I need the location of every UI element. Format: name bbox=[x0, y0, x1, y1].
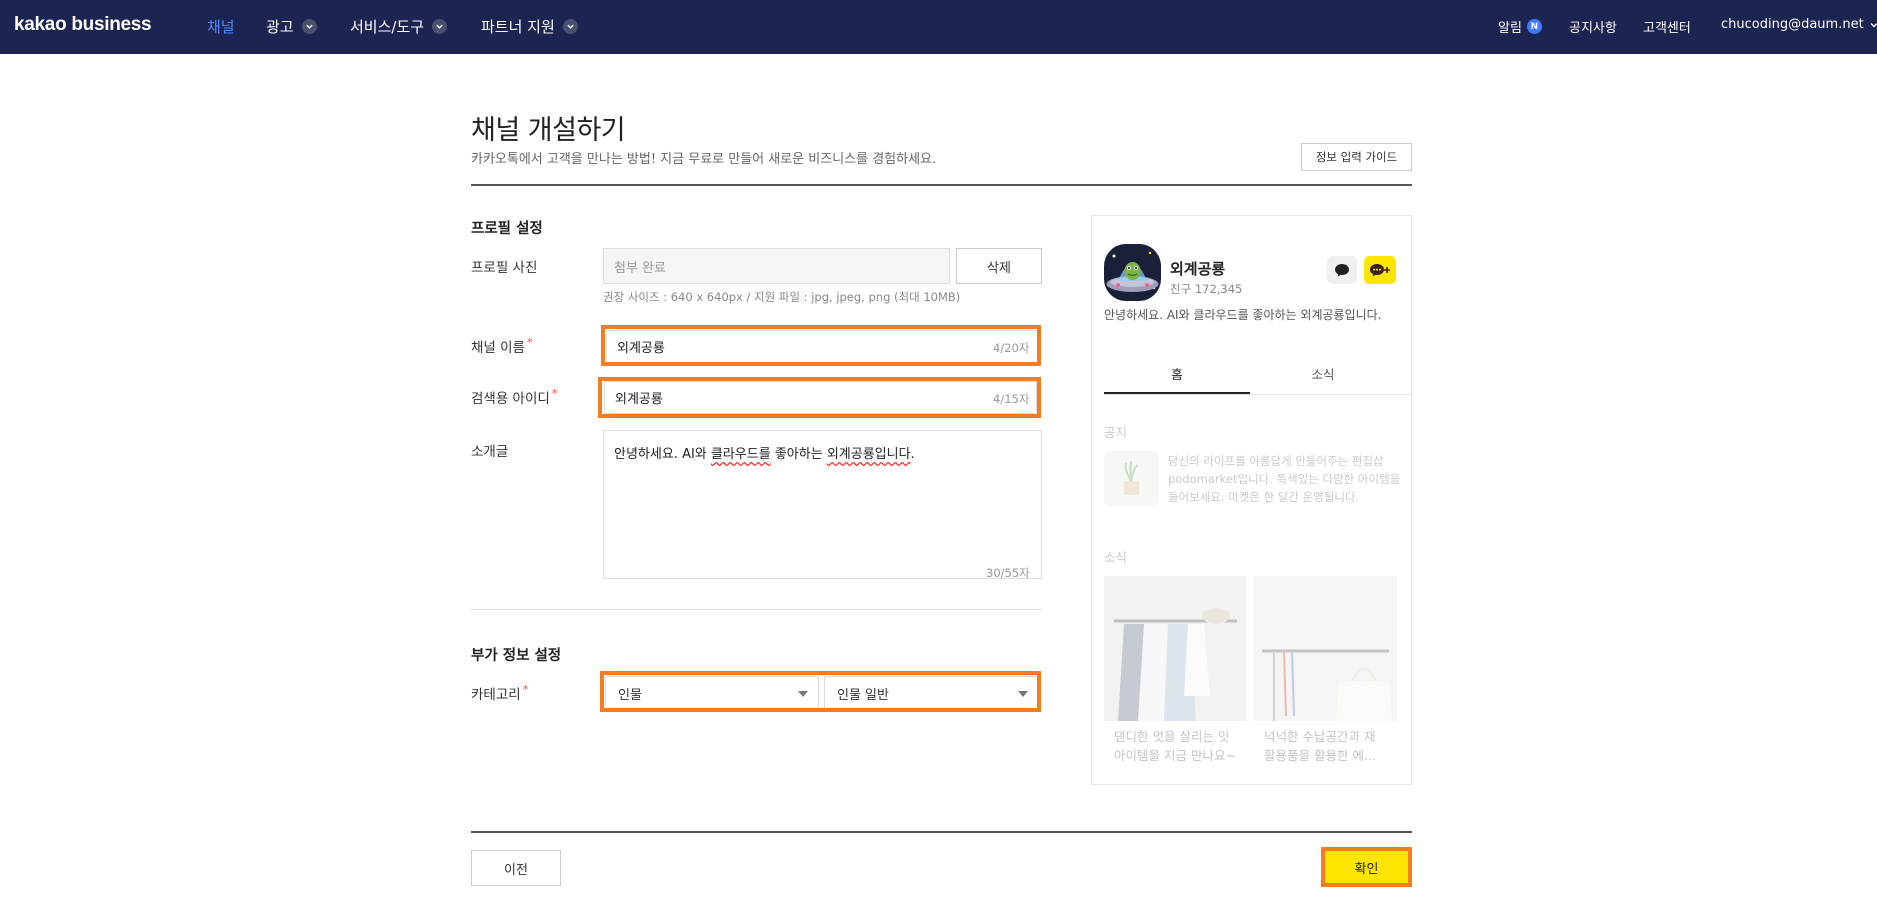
support-link[interactable]: 고객센터 bbox=[1643, 17, 1691, 36]
header-divider bbox=[471, 184, 1412, 186]
preview-tab-divider bbox=[1104, 394, 1411, 395]
intro-textarea[interactable]: 안녕하세요. AI와 클라우드를 좋아하는 외계공룡입니다. bbox=[603, 430, 1042, 579]
intro-counter: 30/55자 bbox=[986, 566, 1030, 580]
notifications-link[interactable]: 알림 N bbox=[1498, 17, 1542, 36]
category-label-text: 카테고리 bbox=[471, 687, 521, 703]
form-divider bbox=[471, 609, 1042, 610]
preview-notice-text: 당신의 라이프를 아름답게 만들어주는 편집샵 podomarket입니다. 특… bbox=[1168, 454, 1401, 504]
search-id-counter: 4/15자 bbox=[993, 392, 1030, 406]
nav-item-channel[interactable]: 채널 bbox=[207, 16, 235, 37]
chevron-down-icon bbox=[432, 19, 448, 34]
intro-text: . bbox=[910, 447, 915, 462]
chat-icon[interactable] bbox=[1327, 256, 1357, 284]
preview-tab-news[interactable]: 소식 bbox=[1250, 364, 1396, 394]
kakao-business-logo[interactable]: kakao business bbox=[14, 14, 152, 36]
profile-section-title: 프로필 설정 bbox=[471, 221, 543, 237]
news-caption-line: 넉넉한 수납공간과 재 bbox=[1264, 729, 1376, 744]
preview-friend-count: 친구 172,345 bbox=[1170, 282, 1243, 296]
preview-news-label: 소식 bbox=[1104, 550, 1128, 565]
preview-intro-text: 안녕하세요. AI와 클라우드를 좋아하는 외계공룡입니다. bbox=[1104, 308, 1382, 322]
preview-news-card: 넉넉한 수납공간과 재 활용품을 활용한 에... bbox=[1254, 576, 1397, 776]
required-mark: * bbox=[551, 387, 558, 400]
profile-photo-field: 첨부 완료 bbox=[603, 248, 950, 284]
nav-item-label: 파트너 지원 bbox=[481, 18, 555, 36]
required-mark: * bbox=[526, 336, 533, 349]
notifications-label: 알림 bbox=[1498, 21, 1522, 36]
nav-item-label: 서비스/도구 bbox=[350, 18, 425, 36]
chevron-down-icon bbox=[301, 19, 317, 34]
news-caption-line: 활용품을 활용한 에... bbox=[1264, 748, 1376, 763]
previous-button[interactable]: 이전 bbox=[471, 850, 561, 886]
channel-avatar bbox=[1104, 244, 1161, 301]
notices-link[interactable]: 공지사항 bbox=[1569, 17, 1617, 36]
dropdown-caret-icon bbox=[798, 691, 808, 697]
channel-name-counter: 4/20자 bbox=[993, 341, 1030, 355]
news-caption-line: 아이템을 지금 만나요~ bbox=[1114, 748, 1236, 763]
new-badge: N bbox=[1526, 19, 1542, 34]
photo-size-hint: 권장 사이즈 : 640 x 640px / 지원 파일 : jpg, jpeg… bbox=[603, 290, 961, 304]
news-image bbox=[1254, 576, 1397, 721]
delete-photo-button[interactable]: 삭제 bbox=[956, 248, 1042, 284]
account-email: chucoding@daum.net bbox=[1721, 17, 1864, 32]
footer-divider bbox=[471, 831, 1412, 833]
nav-item-label: 채널 bbox=[207, 18, 235, 36]
support-label: 고객센터 bbox=[1643, 21, 1691, 36]
category-primary-select[interactable]: 인물 bbox=[605, 676, 819, 710]
news-image bbox=[1104, 576, 1247, 721]
channel-preview-panel: 외계공룡 친구 172,345 안녕하세요. AI와 클라우드를 좋아하는 외계… bbox=[1091, 215, 1412, 785]
nav-item-label: 광고 bbox=[266, 18, 294, 36]
news-caption: 넉넉한 수납공간과 재 활용품을 활용한 에... bbox=[1254, 721, 1397, 771]
add-channel-chat-icon[interactable] bbox=[1364, 256, 1396, 284]
channel-name-label-text: 채널 이름 bbox=[471, 340, 525, 356]
channel-name-label: 채널 이름 * bbox=[471, 336, 532, 356]
intro-text: 좋아하는 bbox=[770, 447, 827, 462]
news-caption: 댄디한 멋을 살리는 잇 아이템을 지금 만나요~ bbox=[1104, 721, 1247, 771]
extra-info-section-title: 부가 정보 설정 bbox=[471, 648, 562, 664]
dropdown-caret-icon bbox=[1018, 691, 1028, 697]
category-label: 카테고리 * bbox=[471, 683, 528, 703]
channel-name-input[interactable]: 외계공룡 bbox=[606, 330, 1039, 363]
preview-channel-name: 외계공룡 bbox=[1170, 260, 1226, 278]
intro-text: 안녕하세요. AI와 bbox=[614, 447, 711, 462]
intro-text-misspelled: 외계공룡입니다 bbox=[826, 447, 911, 462]
news-caption-line: 댄디한 멋을 살리는 잇 bbox=[1114, 729, 1230, 744]
preview-news-card: 댄디한 멋을 살리는 잇 아이템을 지금 만나요~ bbox=[1104, 576, 1247, 776]
info-guide-button[interactable]: 정보 입력 가이드 bbox=[1301, 143, 1412, 171]
preview-notice-label: 공지 bbox=[1104, 425, 1128, 440]
search-id-label-text: 검색용 아이디 bbox=[471, 391, 550, 407]
intro-text-misspelled: 클라우드를 bbox=[710, 447, 771, 462]
notices-label: 공지사항 bbox=[1569, 21, 1617, 36]
account-menu[interactable]: chucoding@daum.net bbox=[1721, 17, 1877, 32]
category-secondary-select[interactable]: 인물 일반 bbox=[824, 676, 1039, 710]
chevron-down-icon bbox=[562, 19, 578, 34]
required-mark: * bbox=[522, 683, 529, 696]
chevron-down-icon bbox=[1870, 22, 1877, 27]
page-title: 채널 개설하기 bbox=[471, 115, 626, 146]
category-secondary-value: 인물 일반 bbox=[837, 687, 889, 703]
confirm-button[interactable]: 확인 bbox=[1321, 847, 1412, 887]
profile-photo-label: 프로필 사진 bbox=[471, 260, 538, 276]
notice-thumbnail bbox=[1104, 451, 1159, 506]
nav-item-partner-support[interactable]: 파트너 지원 bbox=[481, 16, 578, 37]
intro-label: 소개글 bbox=[471, 444, 509, 460]
category-primary-value: 인물 bbox=[618, 687, 642, 703]
nav-item-services-tools[interactable]: 서비스/도구 bbox=[350, 16, 448, 37]
top-navigation: kakao business 채널 광고 서비스/도구 파트너 지원 알림 N … bbox=[0, 0, 1877, 54]
search-id-label: 검색용 아이디 * bbox=[471, 387, 557, 407]
page-subtitle: 카카오톡에서 고객을 만나는 방법! 지금 무료로 만들어 새로운 비즈니스를 … bbox=[471, 152, 937, 167]
nav-item-ads[interactable]: 광고 bbox=[266, 16, 317, 37]
preview-tab-home[interactable]: 홈 bbox=[1104, 364, 1250, 394]
search-id-input[interactable]: 외계공룡 bbox=[604, 381, 1037, 414]
